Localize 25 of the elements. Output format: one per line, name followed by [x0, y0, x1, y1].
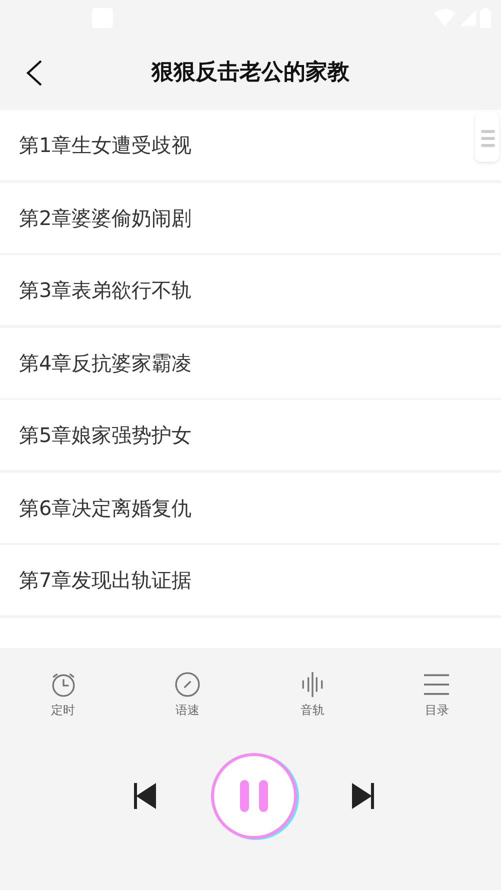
- toolbar-button[interactable]: 目录: [406, 672, 467, 719]
- back-icon: [24, 59, 44, 87]
- chapter-item[interactable]: 第1章生女遭受歧视: [0, 110, 501, 180]
- toolbar-button[interactable]: 音轨: [282, 672, 342, 719]
- skip-back-icon: [134, 783, 156, 809]
- chapter-item[interactable]: 第5章娘家强势护女: [0, 400, 501, 470]
- page-title: 狠狠反击老公的家教: [152, 58, 350, 87]
- sound-wave-icon: [300, 672, 325, 697]
- back-button[interactable]: [24, 59, 44, 87]
- chapter-item[interactable]: 第3章表弟欲行不轨: [0, 255, 501, 325]
- menu-icon: [481, 128, 495, 148]
- chapter-item[interactable]: 第6章决定离婚复仇: [0, 472, 501, 542]
- toolbar-button[interactable]: 语速: [158, 672, 218, 719]
- toolbar-button[interactable]: 定时: [33, 672, 93, 719]
- chapter-item[interactable]: 第7章发现出轨证据: [0, 545, 501, 615]
- chapter-item[interactable]: 第2章婆婆偷奶闹剧: [0, 182, 501, 252]
- chapter-item[interactable]: 第4章反抗婆家霸凌: [0, 328, 501, 398]
- previous-button[interactable]: [134, 783, 156, 809]
- list-icon: [424, 672, 450, 697]
- next-button[interactable]: [352, 783, 374, 809]
- alarm-clock-icon: [50, 672, 76, 697]
- menu-handle[interactable]: [475, 112, 499, 162]
- skip-forward-icon: [352, 783, 374, 809]
- pause-icon: [240, 780, 268, 812]
- gauge-icon: [175, 672, 200, 697]
